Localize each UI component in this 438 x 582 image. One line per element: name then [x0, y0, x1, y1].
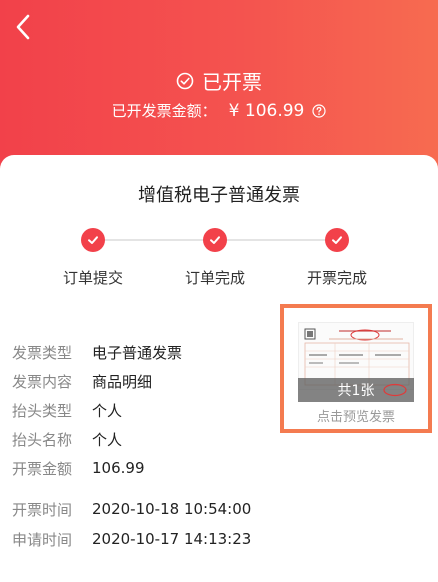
detail-value: 2020-10-18 10:54:00 [92, 500, 252, 518]
invoice-count-overlay: 共1张 [298, 378, 414, 402]
detail-key: 发票内容 [12, 372, 73, 391]
detail-value: 个人 [92, 401, 123, 420]
status-row: 已开票 [0, 66, 438, 95]
invoice-title: 增值税电子普通发票 [138, 185, 300, 206]
invoice-preview-button[interactable]: 共1张 点击预览发票 [280, 304, 432, 433]
seal-stamp-icon [383, 383, 407, 397]
detail-key: 抬头名称 [12, 430, 73, 449]
detail-key: 开票金额 [12, 459, 73, 478]
detail-key: 发票类型 [12, 343, 73, 362]
invoiced-amount-row: 已开发票金额： ¥ 106.99 [0, 100, 438, 121]
check-circle-icon [176, 72, 194, 90]
detail-key: 申请时间 [12, 530, 73, 549]
chevron-left-icon [16, 14, 30, 40]
help-icon[interactable] [312, 103, 326, 118]
detail-row-issue-time: 开票时间 2020-10-18 10:54:00 [12, 498, 251, 520]
step-label-order-completed: 订单完成 [184, 269, 246, 287]
step-label-invoice-issued: 开票完成 [306, 269, 368, 287]
invoice-count: 共1张 [337, 383, 375, 399]
step-label-order-submitted: 订单提交 [62, 269, 124, 287]
amount-value: ¥ 106.99 [228, 100, 305, 121]
detail-value: 电子普通发票 [92, 343, 183, 362]
detail-key: 开票时间 [12, 500, 73, 519]
detail-value: 个人 [92, 430, 123, 449]
back-button[interactable] [8, 10, 38, 44]
detail-row-invoice-content: 发票内容 商品明细 [12, 370, 152, 392]
detail-row-title-type: 抬头类型 个人 [12, 399, 122, 421]
step-check-icon [325, 228, 349, 252]
detail-value: 106.99 [92, 459, 145, 477]
detail-row-apply-time: 申请时间 2020-10-17 14:13:23 [12, 528, 251, 550]
detail-row-invoice-amount: 开票金额 106.99 [12, 457, 145, 479]
detail-key: 抬头类型 [12, 401, 73, 420]
preview-caption: 点击预览发票 [316, 410, 395, 425]
invoice-detail-page: 已开票 已开发票金额： ¥ 106.99 增值税电子普通发票 订单提交 订单完成… [0, 0, 438, 582]
step-check-icon [203, 228, 227, 252]
step-check-icon [81, 228, 105, 252]
status-text: 已开票 [202, 70, 262, 94]
detail-row-title-name: 抬头名称 个人 [12, 428, 122, 450]
invoice-card: 增值税电子普通发票 订单提交 订单完成 开票完成 发票类型 电子普通发票 发票内… [0, 155, 438, 582]
detail-row-invoice-type: 发票类型 电子普通发票 [12, 341, 182, 363]
detail-value: 2020-10-17 14:13:23 [92, 530, 252, 548]
detail-value: 商品明细 [92, 372, 153, 391]
amount-label: 已开发票金额： [111, 102, 217, 120]
